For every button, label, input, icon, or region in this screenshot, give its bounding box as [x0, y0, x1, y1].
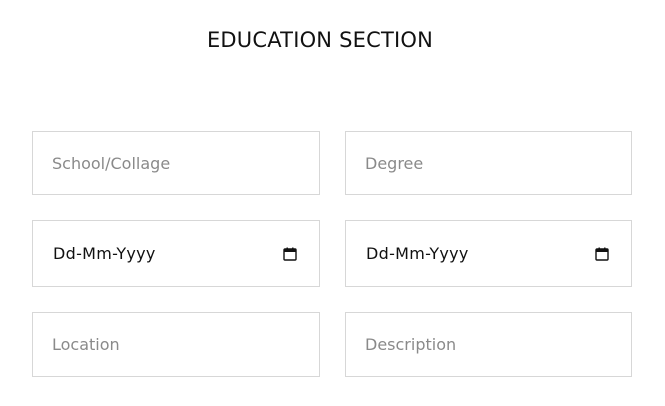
school-input[interactable] [33, 132, 319, 194]
start-date-field[interactable]: Dd-Mm-Yyyy [32, 220, 320, 287]
description-input[interactable] [346, 313, 631, 376]
start-date-value: Dd-Mm-Yyyy [53, 244, 156, 263]
section-title: EDUCATION SECTION [206, 28, 434, 52]
degree-field-wrapper [345, 131, 632, 195]
location-field-wrapper [32, 312, 320, 377]
description-field-wrapper [345, 312, 632, 377]
school-field-wrapper [32, 131, 320, 195]
calendar-icon[interactable] [283, 247, 297, 261]
end-date-field[interactable]: Dd-Mm-Yyyy [345, 220, 632, 287]
calendar-icon[interactable] [595, 247, 609, 261]
location-input[interactable] [33, 313, 319, 376]
degree-input[interactable] [346, 132, 631, 194]
end-date-value: Dd-Mm-Yyyy [366, 244, 469, 263]
education-form-page: EDUCATION SECTION Dd-Mm-Yyyy Dd-Mm-Yyyy [0, 0, 665, 406]
